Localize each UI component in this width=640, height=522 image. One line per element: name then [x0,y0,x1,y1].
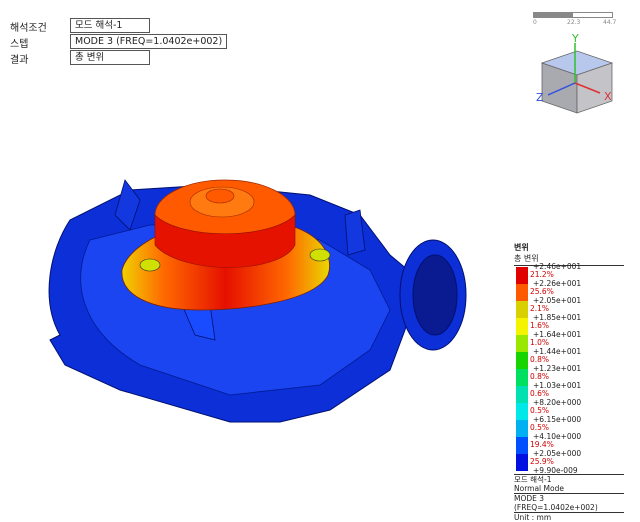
axis-x-label: X [604,90,612,103]
scale-tick-1: 22.3 [567,19,581,26]
outlet-opening [412,254,458,336]
legend-footer: 모드 해석-1 Normal Mode MODE 3 (FREQ=1.0402e… [514,474,624,522]
view-cube-icon[interactable]: Y X Z [530,33,625,123]
legend-row-0: +2.46e+001 21.2% [530,262,625,279]
legend-percent: 1.6% [530,321,550,330]
legend-percent: 0.6% [530,389,550,398]
legend-row-8: +8.20e+000 0.5% [530,398,625,415]
legend-band-6 [516,369,528,386]
legend-band-1 [516,284,528,301]
hub-center [205,188,235,204]
legend-band-5 [516,352,528,369]
step-label: 스텝 [10,39,29,50]
legend-band-3 [516,318,528,335]
bolt-left [139,258,161,272]
legend-percent: 2.1% [530,304,550,313]
legend-percent: 1.0% [530,338,550,347]
legend-title: 변위 [514,243,529,252]
condition-value-field[interactable]: 모드 해석-1 [70,18,150,33]
legend-percent: 21.2% [530,270,554,279]
footer-step: MODE 3 (FREQ=1.0402e+002) [514,493,624,512]
legend-row-11: +2.05e+000 25.9% [530,449,625,466]
result-label: 결과 [10,55,29,66]
legend-percent: 19.4% [530,440,554,449]
legend-band-2 [516,301,528,318]
footer-study: 모드 해석-1 [514,474,624,484]
legend-band-7 [516,386,528,403]
legend-row-7: +1.03e+001 0.6% [530,381,625,398]
legend-percent: 0.5% [530,406,550,415]
displacement-legend: 변위 총 변위 +2.46e+001 21.2% +2.26e+001 25.6% +2… [514,242,624,522]
legend-band-0 [516,267,528,284]
footer-mode: Normal Mode [514,484,564,493]
legend-row-6: +1.23e+001 0.8% [530,364,625,381]
step-value-field[interactable]: MODE 3 (FREQ=1.0402e+002) [70,34,228,49]
scale-bar: 0 22.3 44.7 [533,12,617,28]
result-value-field[interactable]: 총 변위 [70,50,150,65]
footer-unit: Unit : mm [514,512,624,522]
legend-band-10 [516,437,528,454]
legend-percent: 0.8% [530,355,550,364]
legend-color-bands [516,267,528,471]
mount-tab-right [344,209,366,256]
legend-row-10: +4.10e+000 19.4% [530,432,625,449]
legend-row-1: +2.26e+001 25.6% [530,279,625,296]
legend-row-4: +1.64e+001 1.0% [530,330,625,347]
legend-percent: 25.6% [530,287,554,296]
legend-values: +2.46e+001 21.2% +2.26e+001 25.6% +2.05e+001… [530,262,625,483]
legend-row-2: +2.05e+001 2.1% [530,296,625,313]
legend-row-9: +6.15e+000 0.5% [530,415,625,432]
condition-label: 해석조건 [10,23,47,34]
axis-y-label: Y [571,33,579,45]
legend-row-3: +1.85e+001 1.6% [530,313,625,330]
scale-tick-0: 0 [533,19,537,26]
axis-z-label: Z [536,91,544,104]
bolt-right [309,248,331,262]
pump-housing-model[interactable] [30,160,480,440]
legend-percent: 25.9% [530,457,554,466]
scale-tick-2: 44.7 [603,19,617,26]
legend-band-11 [516,454,528,471]
legend-percent: 0.8% [530,372,550,381]
legend-band-8 [516,403,528,420]
legend-band-9 [516,420,528,437]
legend-row-5: +1.44e+001 0.8% [530,347,625,364]
legend-band-4 [516,335,528,352]
legend-percent: 0.5% [530,423,550,432]
